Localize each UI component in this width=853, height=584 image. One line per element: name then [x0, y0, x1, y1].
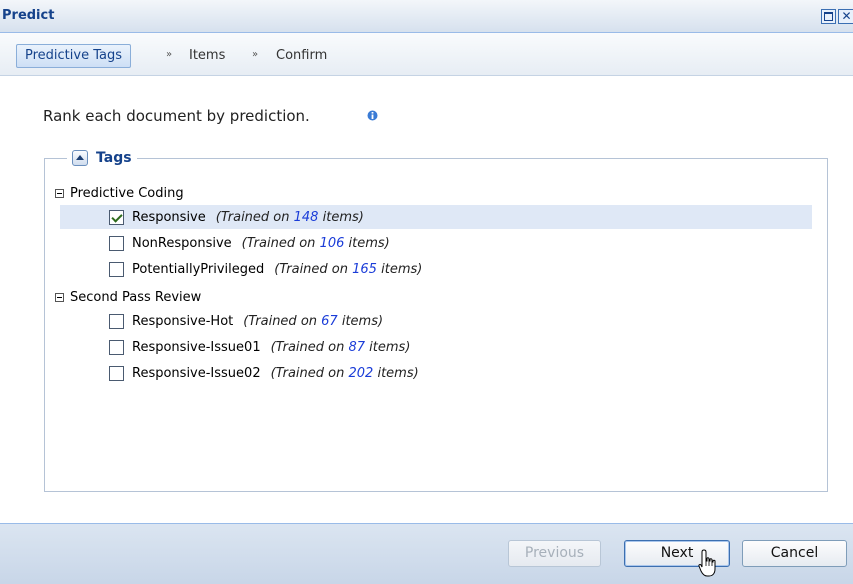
tags-fieldset: Tags Predictive Coding Responsive (Train… — [44, 148, 828, 492]
checkbox-responsive-issue02[interactable] — [109, 365, 124, 381]
tag-item-potentiallyprivileged[interactable]: PotentiallyPrivileged (Trained on 165 it… — [60, 257, 812, 281]
close-icon[interactable]: ✕ — [838, 9, 853, 24]
tree-group-second-pass-review[interactable]: Second Pass Review — [55, 287, 201, 307]
step-separator: » — [252, 49, 259, 60]
group-label: Second Pass Review — [70, 289, 202, 305]
tag-name: Responsive-Hot — [132, 313, 234, 329]
trained-count: 67 — [321, 313, 338, 329]
tag-item-nonresponsive[interactable]: NonResponsive (Trained on 106 items) — [60, 231, 812, 255]
tag-name: Responsive-Issue01 — [132, 339, 261, 355]
group-label: Predictive Coding — [70, 185, 184, 201]
trained-info: (Trained on 148 items) — [215, 209, 364, 225]
tag-item-responsive-hot[interactable]: Responsive-Hot (Trained on 67 items) — [60, 309, 812, 333]
checkbox-responsive-issue01[interactable] — [109, 339, 124, 355]
trained-info: (Trained on 87 items) — [270, 339, 411, 355]
tree-group-predictive-coding[interactable]: Predictive Coding — [55, 183, 184, 203]
tag-name: PotentiallyPrivileged — [132, 261, 265, 277]
wizard-breadcrumb: Predictive Tags » Items » Confirm — [0, 33, 853, 76]
prompt-text: Rank each document by prediction. — [43, 107, 310, 125]
trained-count: 202 — [348, 365, 374, 381]
tag-name: NonResponsive — [132, 235, 232, 251]
window-title: Predict — [2, 8, 55, 23]
tags-legend: Tags — [67, 148, 137, 168]
tag-item-responsive-issue01[interactable]: Responsive-Issue01 (Trained on 87 items) — [60, 335, 812, 359]
checkbox-nonresponsive[interactable] — [109, 235, 124, 251]
main-content: Rank each document by prediction. Tags P… — [10, 76, 853, 523]
tag-name: Responsive — [132, 209, 206, 225]
button-bar: Previous Next Cancel — [0, 523, 853, 584]
trained-info: (Trained on 67 items) — [243, 313, 384, 329]
collapse-icon[interactable] — [72, 150, 88, 166]
previous-button[interactable]: Previous — [508, 540, 601, 567]
step-items[interactable]: Items — [189, 48, 225, 63]
trained-count: 106 — [319, 235, 345, 251]
trained-count: 148 — [293, 209, 319, 225]
trained-count: 165 — [352, 261, 377, 277]
step-predictive-tags[interactable]: Predictive Tags — [16, 44, 131, 68]
tag-item-responsive-issue02[interactable]: Responsive-Issue02 (Trained on 202 items… — [60, 361, 812, 385]
info-icon[interactable] — [367, 110, 378, 121]
trained-info: (Trained on 165 items) — [274, 261, 423, 277]
trained-count: 87 — [348, 339, 366, 355]
checkbox-responsive[interactable] — [109, 209, 124, 225]
trained-info: (Trained on 202 items) — [270, 365, 419, 381]
maximize-icon[interactable] — [821, 9, 836, 24]
tags-legend-label: Tags — [96, 150, 132, 166]
minus-icon[interactable] — [55, 292, 64, 302]
tag-name: Responsive-Issue02 — [132, 365, 261, 381]
trained-info: (Trained on 106 items) — [241, 235, 390, 251]
tag-item-responsive[interactable]: Responsive (Trained on 148 items) — [60, 205, 812, 229]
step-separator: » — [166, 49, 173, 60]
checkbox-potentiallyprivileged[interactable] — [109, 261, 124, 277]
hand-cursor-icon — [698, 549, 716, 577]
checkbox-responsive-hot[interactable] — [109, 313, 124, 329]
title-bar: Predict ✕ — [0, 0, 853, 33]
step-confirm[interactable]: Confirm — [276, 48, 327, 63]
minus-icon[interactable] — [55, 188, 64, 198]
cancel-button[interactable]: Cancel — [742, 540, 847, 567]
